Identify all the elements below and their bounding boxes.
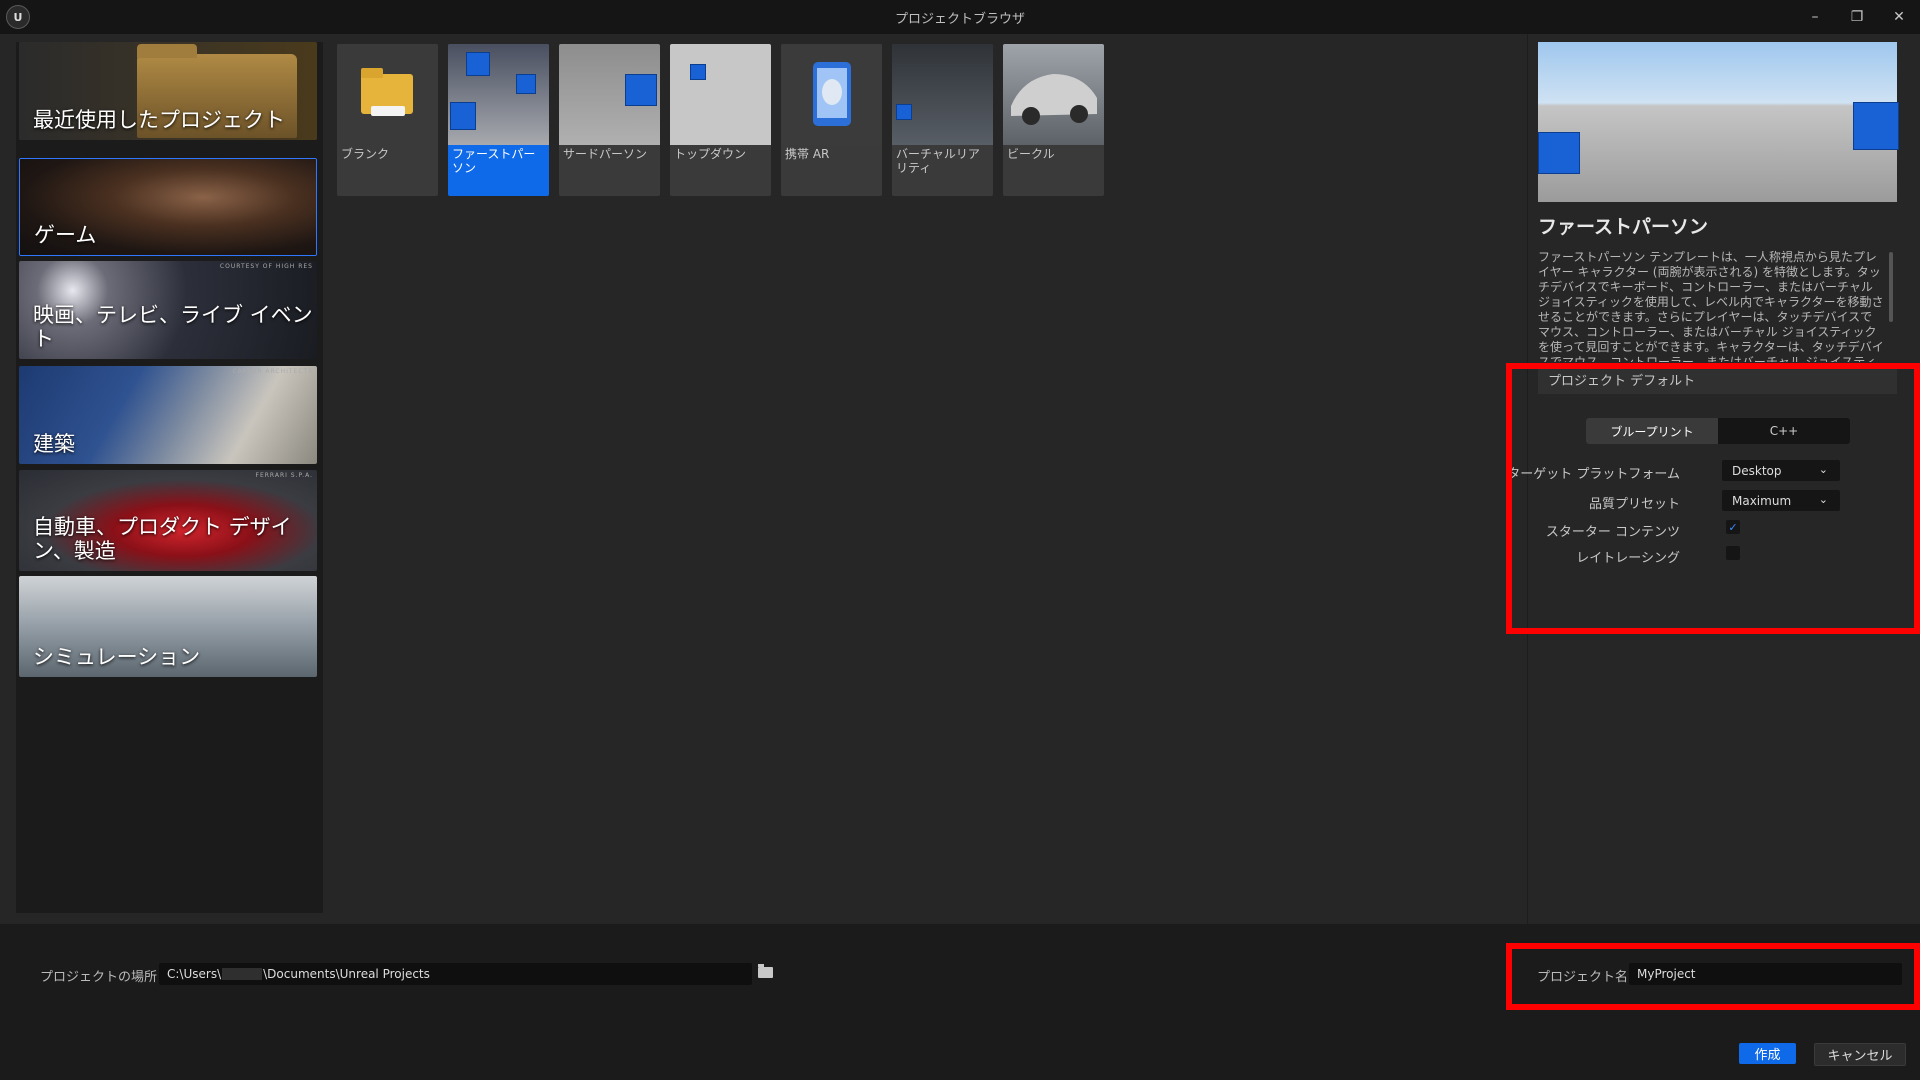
category-label: 自動車、プロダクト デザイン、製造 [33, 514, 292, 563]
template-description: ファーストパーソン テンプレートは、一人称視点から見たプレイヤー キャラクター … [1538, 250, 1884, 362]
category-architecture[interactable]: CAPTUR ARCHITECTS 建築 [19, 366, 317, 464]
image-credit: COURTESY OF HIGH RES [219, 263, 313, 270]
template-top-down[interactable]: トップダウン [670, 44, 771, 196]
project-location-label: プロジェクトの場所 [40, 970, 158, 985]
cube-shape [896, 104, 912, 120]
template-third-person[interactable]: サードパーソン [559, 44, 660, 196]
template-preview-image [1538, 42, 1899, 202]
template-virtual-reality[interactable]: バーチャルリアリティ [892, 44, 993, 196]
category-recent-projects[interactable]: 最近使用したプロジェクト [19, 42, 317, 140]
template-thumbnail [448, 44, 549, 145]
description-scrollbar[interactable] [1889, 252, 1893, 322]
minimize-button[interactable]: – [1794, 0, 1836, 34]
template-label: ビークル [1007, 147, 1055, 161]
create-button[interactable]: 作成 [1739, 1043, 1796, 1064]
restore-button[interactable]: ❐ [1836, 0, 1878, 34]
title-bar: U プロジェクトブラウザ – ❐ ✕ [0, 0, 1920, 34]
category-simulation[interactable]: シミュレーション [19, 576, 317, 677]
category-sidebar: 最近使用したプロジェクト ゲーム COURTESY OF HIGH RES 映画… [16, 42, 323, 913]
browser-main: 最近使用したプロジェクト ゲーム COURTESY OF HIGH RES 映画… [0, 34, 1920, 924]
window-title: プロジェクトブラウザ [894, 11, 1025, 27]
template-thumbnail [892, 44, 993, 145]
cube-shape [450, 102, 476, 130]
browse-folder-icon[interactable] [758, 964, 773, 978]
location-suffix: \Documents\Unreal Projects [263, 967, 430, 981]
template-vehicle[interactable]: ビークル [1003, 44, 1104, 196]
template-handheld-ar[interactable]: 携帯 AR [781, 44, 882, 196]
template-title: ファーストパーソン [1538, 216, 1709, 238]
template-label: トップダウン [674, 147, 747, 161]
image-credit: FERRARI S.P.A. [255, 472, 313, 479]
template-blank[interactable]: ブランク [337, 44, 438, 196]
template-label: バーチャルリアリティ [896, 147, 980, 176]
category-label: 建築 [33, 431, 75, 456]
location-prefix: C:\Users\ [167, 967, 222, 981]
cube-shape [625, 74, 657, 106]
template-label: サードパーソン [563, 147, 648, 161]
template-thumbnail [559, 44, 660, 145]
cube-shape [1853, 102, 1899, 150]
cube-shape [690, 64, 706, 80]
category-film-tv-live[interactable]: COURTESY OF HIGH RES 映画、テレビ、ライブ イベント [19, 261, 317, 359]
image-credit: CAPTUR ARCHITECTS [232, 368, 313, 375]
folder-icon [361, 68, 413, 116]
template-label: ブランク [341, 147, 390, 161]
unreal-logo-icon: U [6, 5, 30, 29]
category-label: 映画、テレビ、ライブ イベント [33, 302, 313, 351]
template-thumbnail [781, 44, 882, 145]
category-automotive[interactable]: FERRARI S.P.A. 自動車、プロダクト デザイン、製造 [19, 470, 317, 571]
close-button[interactable]: ✕ [1878, 0, 1920, 34]
template-label: 携帯 AR [785, 147, 830, 161]
template-label: ファーストパーソン [452, 147, 536, 176]
category-label: ゲーム [34, 222, 97, 247]
template-thumbnail [1003, 44, 1104, 145]
template-thumbnail [670, 44, 771, 145]
window-controls: – ❐ ✕ [1794, 0, 1920, 34]
category-games[interactable]: ゲーム [19, 158, 317, 256]
car-icon [1011, 74, 1097, 125]
cancel-button[interactable]: キャンセル [1814, 1043, 1906, 1066]
category-label: シミュレーション [33, 644, 201, 669]
project-location-field[interactable]: C:\Users\ \Documents\Unreal Projects [159, 963, 752, 985]
template-first-person[interactable]: ファーストパーソン [448, 44, 549, 196]
cube-shape [516, 74, 536, 94]
phone-icon [813, 62, 851, 126]
template-thumbnail [337, 44, 438, 145]
redacted-username [222, 968, 263, 980]
cube-shape [466, 52, 490, 76]
highlight-box-project-defaults [1506, 363, 1920, 634]
highlight-box-project-name [1506, 943, 1920, 1010]
category-label: 最近使用したプロジェクト [33, 107, 285, 132]
cube-shape [1538, 132, 1580, 174]
